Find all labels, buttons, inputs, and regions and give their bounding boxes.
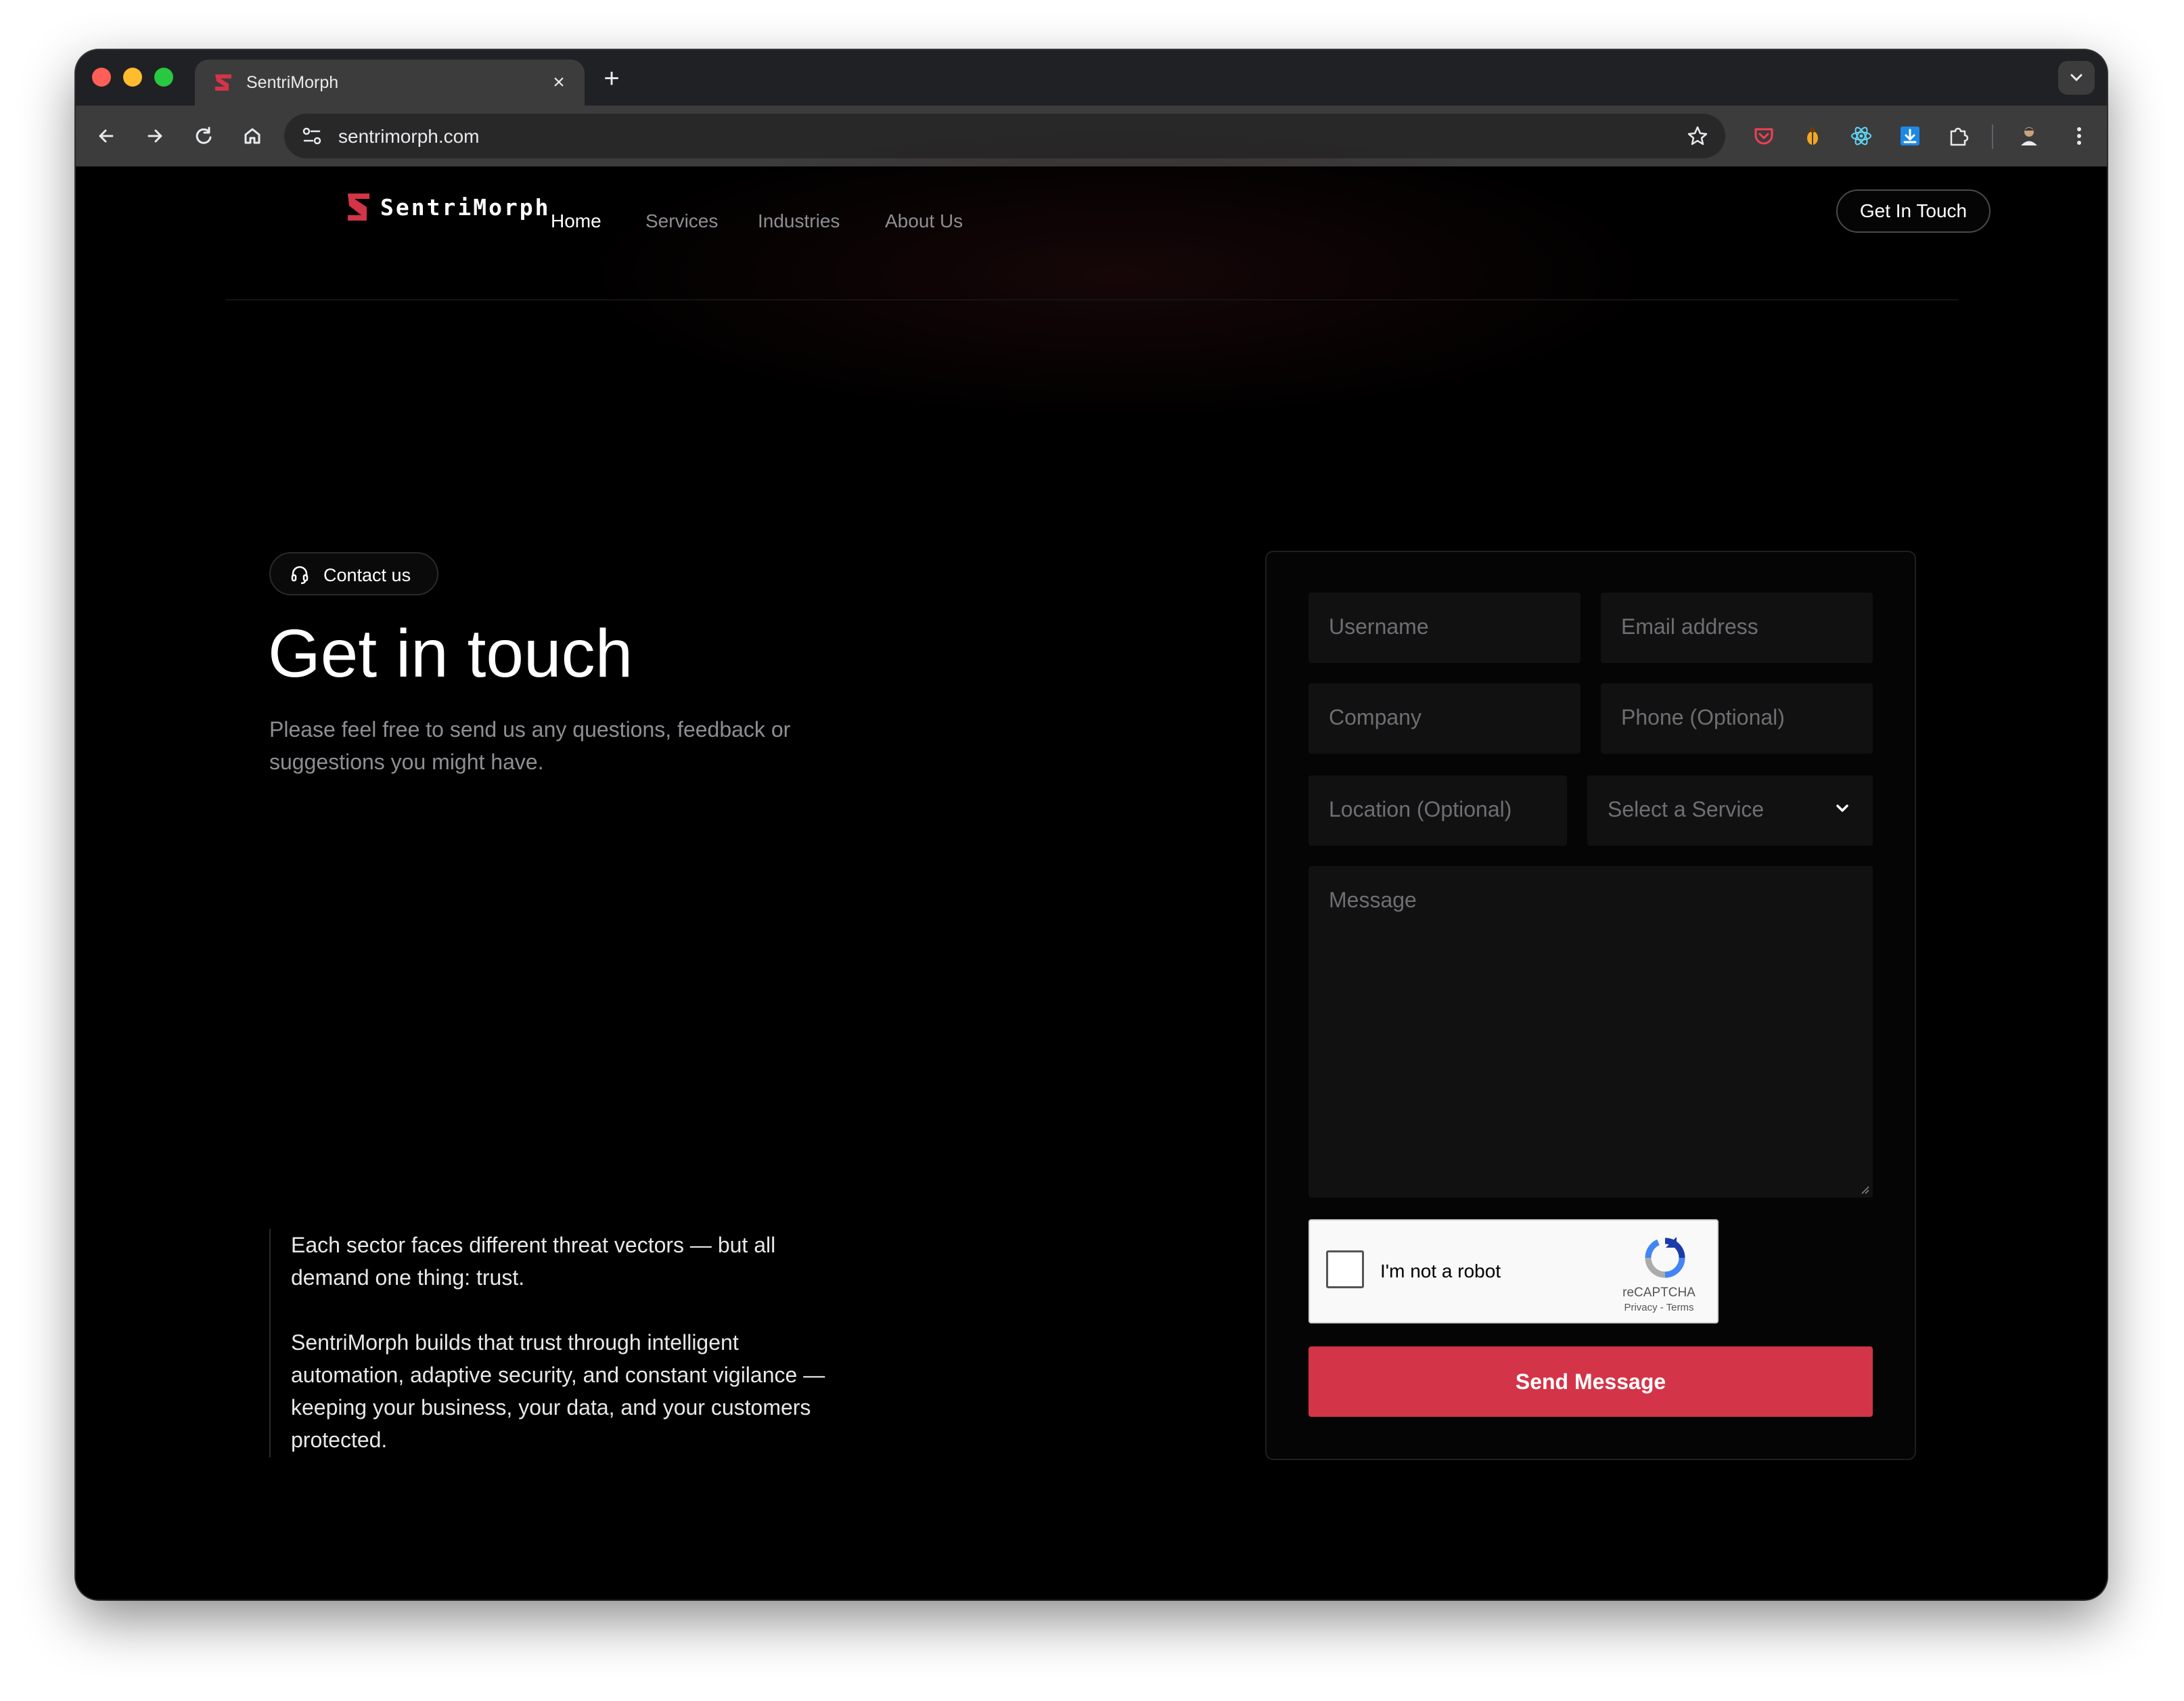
browser-tab[interactable]: SentriMorph ×: [195, 60, 585, 106]
minimize-window-button[interactable]: [123, 68, 142, 87]
web-page: SentriMorph Home Services Industries Abo…: [76, 126, 2107, 1600]
recaptcha-logo-icon: [1645, 1237, 1685, 1278]
contact-us-badge: Contact us: [269, 552, 438, 595]
react-devtools-button[interactable]: [1847, 122, 1875, 150]
phone-placeholder: Phone (Optional): [1621, 705, 1785, 729]
location-placeholder: Location (Optional): [1329, 797, 1512, 821]
bookmark-star-icon[interactable]: [1683, 122, 1712, 150]
email-placeholder: Email address: [1621, 614, 1758, 639]
pocket-extension-button[interactable]: [1750, 122, 1778, 150]
url-text: sentrimorph.com: [338, 126, 480, 147]
sentrimorph-logo-icon: [348, 194, 369, 221]
extensions-button[interactable]: [1944, 122, 1973, 150]
arrow-right-icon: [147, 129, 162, 143]
logo-text: SentriMorph: [380, 194, 551, 221]
resize-handle-icon[interactable]: [1859, 1184, 1870, 1195]
phone-field[interactable]: Phone (Optional): [1601, 683, 1873, 754]
bug-icon: [1807, 127, 1818, 145]
toolbar-divider: [1992, 124, 1993, 149]
company-placeholder: Company: [1329, 705, 1421, 729]
tab-title: SentriMorph: [246, 73, 339, 92]
username-field[interactable]: Username: [1309, 593, 1580, 663]
nav-home[interactable]: Home: [551, 210, 601, 233]
tab-bar: SentriMorph × +: [76, 50, 2107, 106]
browser-menu-button[interactable]: [2065, 122, 2093, 150]
quote-paragraph-1: Each sector faces different threat vecto…: [291, 1233, 776, 1290]
message-textarea[interactable]: Message: [1309, 866, 1873, 1198]
tab-close-icon[interactable]: ×: [547, 70, 571, 95]
recaptcha-label: I'm not a robot: [1380, 1261, 1501, 1282]
download-icon: [1901, 127, 1919, 145]
service-select[interactable]: Select a Service: [1587, 775, 1873, 846]
site-header: SentriMorph Home Services Industries Abo…: [226, 166, 1990, 300]
back-button[interactable]: [91, 120, 122, 152]
nav-industries[interactable]: Industries: [758, 210, 840, 233]
recaptcha-privacy-terms[interactable]: Privacy - Terms: [1602, 1302, 1716, 1314]
nav-about-us[interactable]: About Us: [885, 210, 963, 233]
site-settings-icon[interactable]: [299, 123, 325, 149]
get-in-touch-button[interactable]: Get In Touch: [1836, 189, 1990, 233]
close-window-button[interactable]: [92, 68, 111, 87]
recaptcha-brand: reCAPTCHA: [1622, 1286, 1696, 1300]
headset-icon: [291, 566, 309, 585]
react-icon: [1851, 127, 1871, 145]
nav-services[interactable]: Services: [645, 210, 718, 233]
profile-button[interactable]: [2015, 122, 2043, 150]
profile-icon: [2021, 127, 2037, 145]
sentrimorph-favicon-icon: [215, 74, 231, 91]
location-field[interactable]: Location (Optional): [1309, 775, 1567, 846]
tab-search-button[interactable]: [2058, 61, 2095, 95]
chevron-down-icon: [2070, 74, 2083, 82]
page-title: Get in touch: [268, 616, 633, 691]
company-field[interactable]: Company: [1309, 683, 1580, 754]
more-vert-icon: [2077, 127, 2081, 145]
bug-extension-button[interactable]: [1798, 122, 1827, 150]
email-field[interactable]: Email address: [1601, 593, 1873, 663]
reload-button[interactable]: [188, 120, 219, 152]
puzzle-icon: [1950, 127, 1969, 146]
download-extension-button[interactable]: [1896, 122, 1924, 150]
recaptcha-widget: I'm not a robot reCAPTCHA Privacy - Term…: [1309, 1219, 1719, 1323]
browser-window: SentriMorph × + sentrimorph.com SentriMo…: [76, 50, 2107, 1600]
recaptcha-checkbox[interactable]: [1326, 1250, 1364, 1288]
new-tab-button[interactable]: +: [595, 62, 628, 95]
site-logo[interactable]: SentriMorph: [345, 191, 551, 223]
quote-paragraph-2: SentriMorph builds that trust through in…: [291, 1330, 825, 1452]
forward-button[interactable]: [139, 120, 170, 152]
chevron-down-icon: [1836, 804, 1848, 812]
maximize-window-button[interactable]: [154, 68, 173, 87]
message-placeholder: Message: [1329, 888, 1417, 912]
arrow-left-icon: [99, 129, 114, 143]
reload-icon: [196, 127, 212, 144]
contact-form: Username Email address Company Phone (Op…: [1265, 551, 1916, 1460]
home-icon: [244, 128, 260, 144]
service-select-value: Select a Service: [1608, 797, 1765, 821]
quote-block: Each sector faces different threat vecto…: [269, 1229, 851, 1457]
contact-us-label: Contact us: [323, 565, 411, 585]
page-subtitle: Please feel free to send us any question…: [269, 717, 791, 774]
home-button[interactable]: [237, 120, 268, 152]
username-placeholder: Username: [1329, 614, 1429, 639]
pocket-icon: [1754, 128, 1773, 145]
send-message-button[interactable]: Send Message: [1309, 1346, 1873, 1417]
